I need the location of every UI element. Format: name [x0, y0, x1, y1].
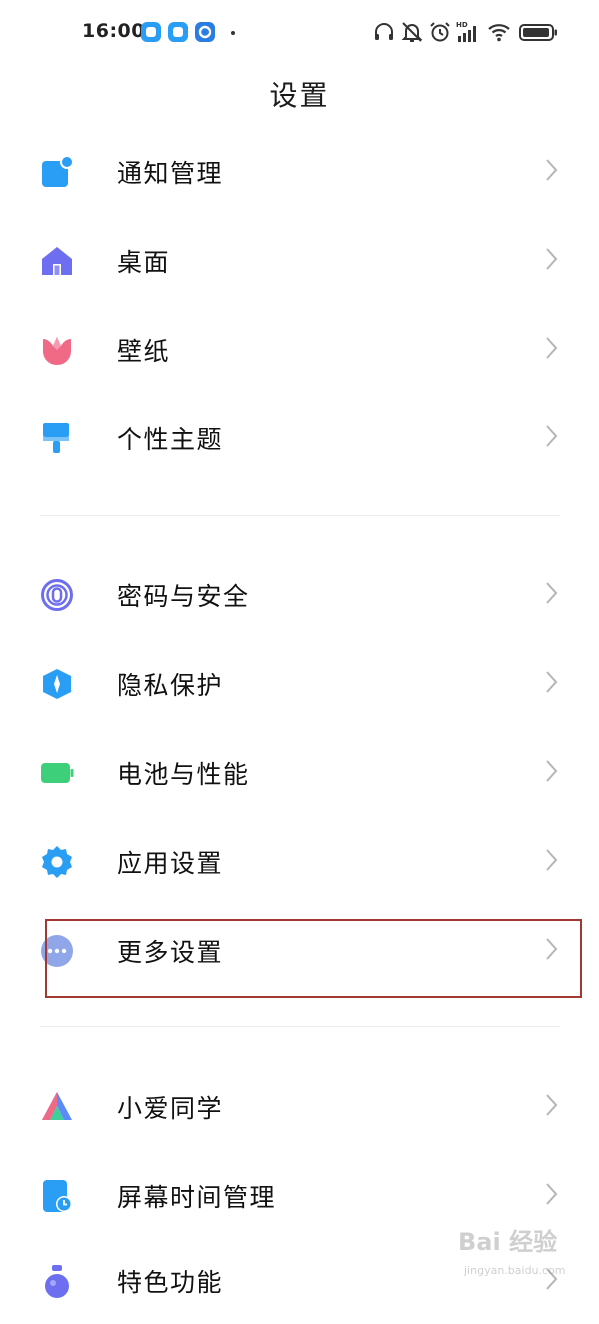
settings-item-label: 隐私保护 — [117, 671, 224, 700]
wifi-icon — [487, 20, 511, 44]
chevron-right-icon — [543, 758, 559, 784]
status-bar: 16:00 HD — [0, 0, 599, 66]
settings-item-label: 屏幕时间管理 — [117, 1183, 277, 1212]
chevron-right-icon — [543, 669, 559, 695]
alarm-icon — [428, 20, 452, 44]
settings-item-desktop[interactable]: 桌面 — [0, 216, 599, 304]
paintbrush-icon — [40, 421, 74, 455]
chevron-right-icon — [543, 1181, 559, 1207]
chevron-right-icon — [543, 847, 559, 873]
settings-item-wallpaper[interactable]: 壁纸 — [0, 305, 599, 393]
settings-item-more-settings[interactable]: 更多设置 — [0, 906, 599, 994]
group-divider — [40, 1026, 560, 1027]
settings-item-label: 特色功能 — [117, 1268, 224, 1297]
settings-item-label: 小爱同学 — [117, 1094, 224, 1123]
settings-item-notifications[interactable]: 通知管理 — [0, 127, 599, 215]
settings-item-password-security[interactable]: 密码与安全 — [0, 550, 599, 638]
svg-text:jingyan.baidu.com: jingyan.baidu.com — [463, 1264, 566, 1277]
chevron-right-icon — [543, 246, 559, 272]
flask-icon — [40, 1264, 74, 1298]
svg-text:HD: HD — [456, 21, 468, 29]
settings-item-label: 个性主题 — [117, 425, 224, 454]
settings-item-label: 更多设置 — [117, 938, 224, 967]
chevron-right-icon — [543, 1092, 559, 1118]
mute-bell-icon — [400, 20, 424, 44]
browser-notification-icon — [195, 22, 215, 42]
hd-signal-icon: HD — [456, 20, 480, 44]
settings-item-label: 应用设置 — [117, 849, 224, 878]
xiaoai-icon — [40, 1090, 74, 1124]
settings-item-label: 密码与安全 — [117, 582, 250, 611]
settings-item-label: 桌面 — [117, 248, 171, 277]
home-icon — [40, 244, 74, 278]
tulip-icon — [40, 333, 74, 367]
app-notification-icon — [141, 22, 161, 42]
privacy-shield-icon — [40, 667, 74, 701]
settings-item-privacy[interactable]: 隐私保护 — [0, 639, 599, 727]
battery-icon — [519, 20, 559, 44]
settings-item-battery-performance[interactable]: 电池与性能 — [0, 728, 599, 816]
settings-item-app-settings[interactable]: 应用设置 — [0, 817, 599, 905]
more-notifications-dot — [231, 31, 235, 35]
settings-item-themes[interactable]: 个性主题 — [0, 393, 599, 481]
baidu-jingyan-watermark: Bai 经验 jingyan.baidu.com — [456, 1222, 586, 1282]
screen-time-icon — [40, 1179, 74, 1213]
headset-icon — [372, 20, 396, 44]
chevron-right-icon — [543, 580, 559, 606]
fingerprint-icon — [40, 578, 74, 612]
battery-icon — [40, 756, 74, 790]
page-title: 设置 — [269, 79, 330, 112]
chevron-right-icon — [543, 423, 559, 449]
status-time: 16:00 — [82, 20, 145, 42]
settings-item-label: 壁纸 — [117, 337, 171, 366]
svg-text:Bai 经验: Bai 经验 — [458, 1228, 557, 1256]
chevron-right-icon — [543, 936, 559, 962]
chevron-right-icon — [543, 335, 559, 361]
settings-item-label: 通知管理 — [117, 159, 224, 188]
gear-icon — [40, 845, 74, 879]
more-dots-icon — [40, 934, 74, 968]
group-divider — [40, 515, 560, 516]
settings-item-label: 电池与性能 — [117, 760, 250, 789]
chevron-right-icon — [543, 157, 559, 183]
settings-item-xiaoai[interactable]: 小爱同学 — [0, 1062, 599, 1150]
notification-icon — [40, 155, 74, 189]
app-notification-icon — [168, 22, 188, 42]
